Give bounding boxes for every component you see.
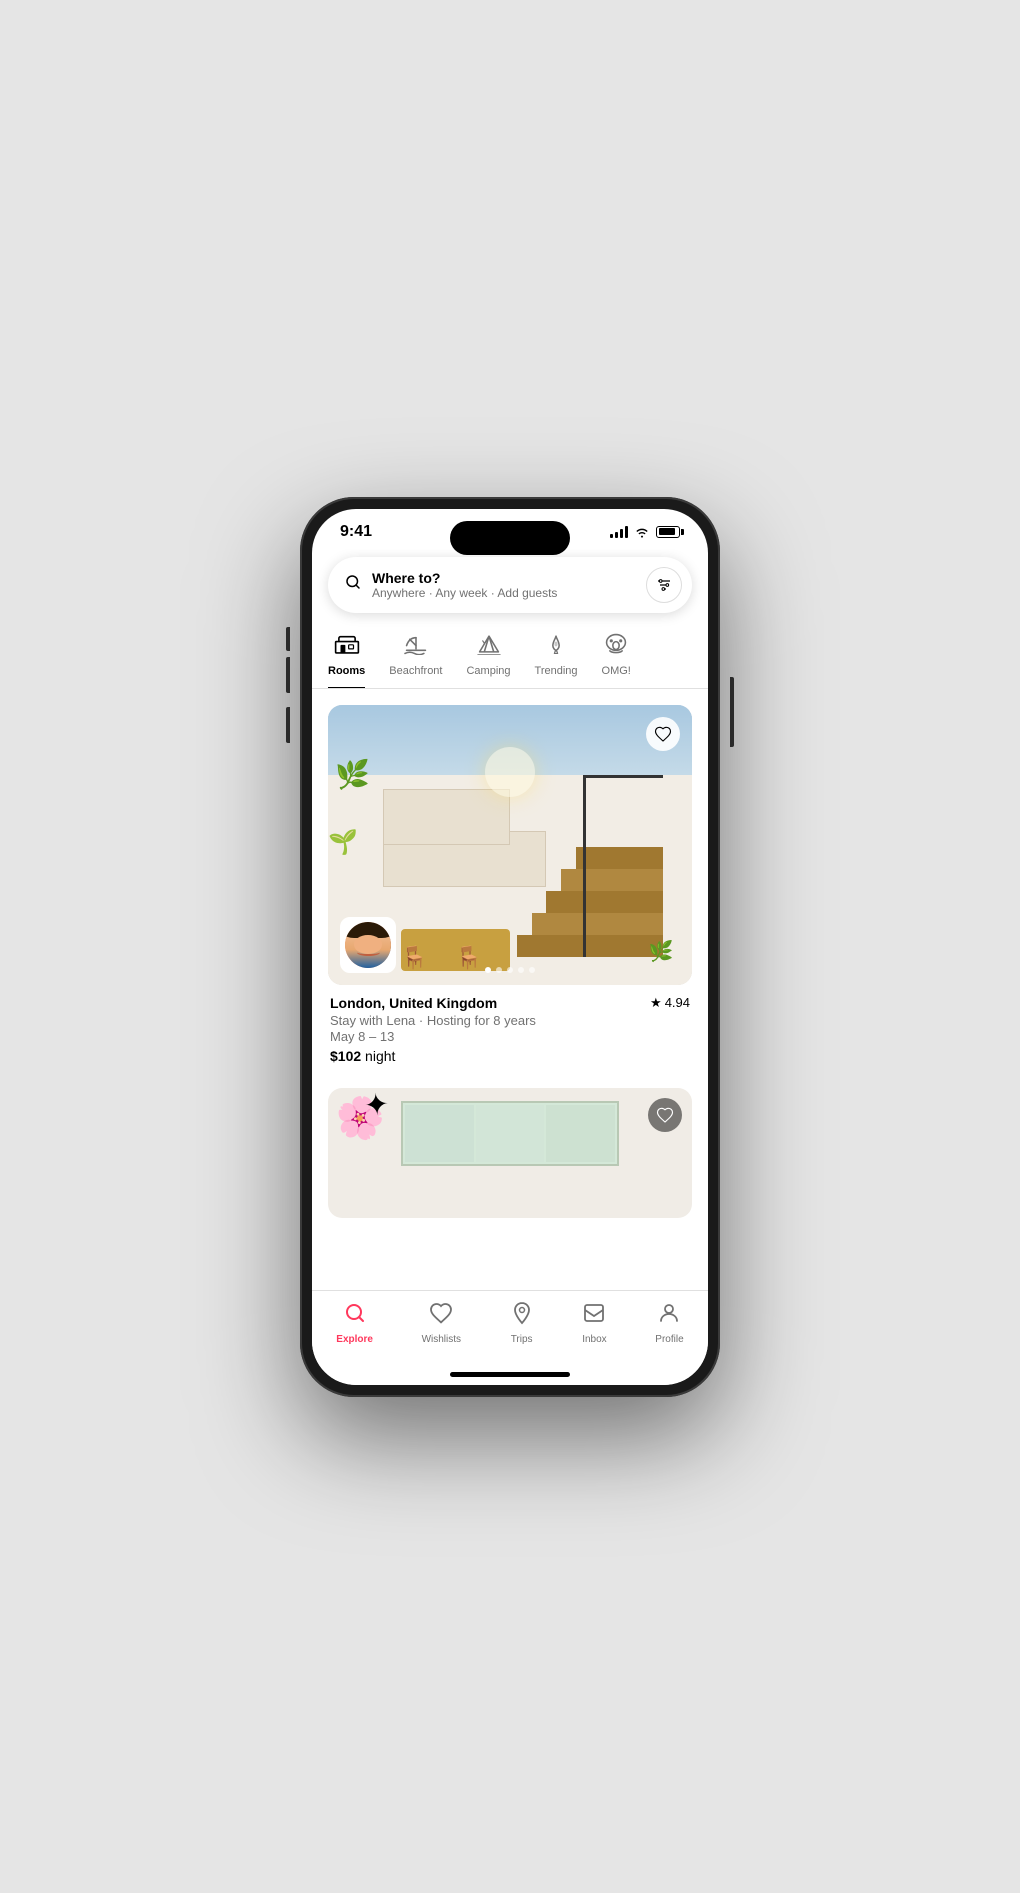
- nav-trips[interactable]: Trips: [510, 1301, 534, 1345]
- listing-location: London, United Kingdom: [330, 995, 497, 1011]
- nav-wishlists[interactable]: Wishlists: [422, 1301, 461, 1345]
- category-tabs: Rooms Beachfront: [312, 625, 708, 689]
- home-bar: [450, 1372, 570, 1377]
- image-dots: [485, 967, 535, 973]
- battery-icon: [656, 526, 680, 538]
- trips-icon: [510, 1301, 534, 1331]
- tab-camping-label: Camping: [466, 665, 510, 677]
- profile-icon: [657, 1301, 681, 1331]
- price-unit: night: [365, 1048, 395, 1064]
- filter-button[interactable]: [646, 567, 682, 603]
- profile-label: Profile: [655, 1334, 683, 1345]
- home-indicator: [312, 1365, 708, 1385]
- inbox-icon: [582, 1301, 606, 1331]
- tab-trending-label: Trending: [535, 665, 578, 677]
- mute-switch: [286, 627, 290, 651]
- search-title: Where to?: [372, 570, 636, 586]
- wifi-icon: [634, 526, 650, 538]
- listing-card-2: 🌸 ✦: [328, 1088, 692, 1218]
- search-subtitle: Anywhere · Any week · Add guests: [372, 586, 636, 600]
- power-button: [730, 677, 734, 747]
- tab-rooms-label: Rooms: [328, 665, 365, 677]
- price-amount: $102: [330, 1048, 361, 1064]
- trips-label: Trips: [511, 1334, 533, 1345]
- nav-explore[interactable]: Explore: [336, 1301, 373, 1345]
- search-bar[interactable]: Where to? Anywhere · Any week · Add gues…: [328, 557, 692, 613]
- camping-icon: [476, 633, 502, 661]
- explore-icon: [343, 1301, 367, 1331]
- wishlist-button-2[interactable]: [648, 1098, 682, 1132]
- dynamic-island: [450, 521, 570, 555]
- listing-image-2[interactable]: 🌸 ✦: [328, 1088, 692, 1218]
- nav-inbox[interactable]: Inbox: [582, 1301, 606, 1345]
- wishlists-icon: [429, 1301, 453, 1331]
- omg-icon: [603, 633, 629, 661]
- listing-card: 🌿 🌱 🌿 🪑 🪑: [328, 705, 692, 1064]
- phone-frame: 9:41: [300, 497, 720, 1397]
- search-icon: [344, 573, 362, 596]
- listing-header: London, United Kingdom ★ 4.94: [330, 995, 690, 1011]
- inbox-label: Inbox: [582, 1334, 606, 1345]
- beachfront-icon: [403, 633, 429, 661]
- wishlists-label: Wishlists: [422, 1334, 461, 1345]
- search-text: Where to? Anywhere · Any week · Add gues…: [372, 570, 636, 600]
- tab-omg-label: OMG!: [602, 665, 631, 677]
- nav-profile[interactable]: Profile: [655, 1301, 683, 1345]
- listings-container: 🌿 🌱 🌿 🪑 🪑: [312, 689, 708, 1290]
- host-face: [345, 922, 391, 968]
- listing-rating: ★ 4.94: [650, 995, 690, 1011]
- explore-label: Explore: [336, 1334, 373, 1345]
- host-avatar: [340, 917, 396, 973]
- tab-omg[interactable]: OMG!: [602, 625, 631, 687]
- trending-icon: [543, 633, 569, 661]
- status-time: 9:41: [340, 523, 372, 541]
- wishlist-button[interactable]: [646, 717, 680, 751]
- listing-price: $102 night: [330, 1048, 690, 1064]
- listing-dates: May 8 – 13: [330, 1029, 690, 1044]
- tab-trending[interactable]: Trending: [535, 625, 578, 687]
- signal-icon: [610, 526, 628, 538]
- main-content: Where to? Anywhere · Any week · Add gues…: [312, 549, 708, 1385]
- listing-host: Stay with Lena · Hosting for 8 years: [330, 1013, 690, 1028]
- status-icons: [610, 526, 680, 538]
- listing-image[interactable]: 🌿 🌱 🌿 🪑 🪑: [328, 705, 692, 985]
- rating-value: 4.94: [665, 995, 690, 1010]
- bottom-nav: Explore Wishlists: [312, 1290, 708, 1365]
- tab-beachfront-label: Beachfront: [389, 665, 442, 677]
- tab-rooms[interactable]: Rooms: [328, 625, 365, 689]
- listing-info: London, United Kingdom ★ 4.94 Stay with …: [328, 985, 692, 1064]
- tab-camping[interactable]: Camping: [466, 625, 510, 687]
- volume-down-button: [286, 707, 290, 743]
- rooms-icon: [334, 633, 360, 661]
- star-icon: ★: [650, 995, 662, 1011]
- search-container: Where to? Anywhere · Any week · Add gues…: [312, 549, 708, 625]
- volume-up-button: [286, 657, 290, 693]
- tab-beachfront[interactable]: Beachfront: [389, 625, 442, 687]
- phone-screen: 9:41: [312, 509, 708, 1385]
